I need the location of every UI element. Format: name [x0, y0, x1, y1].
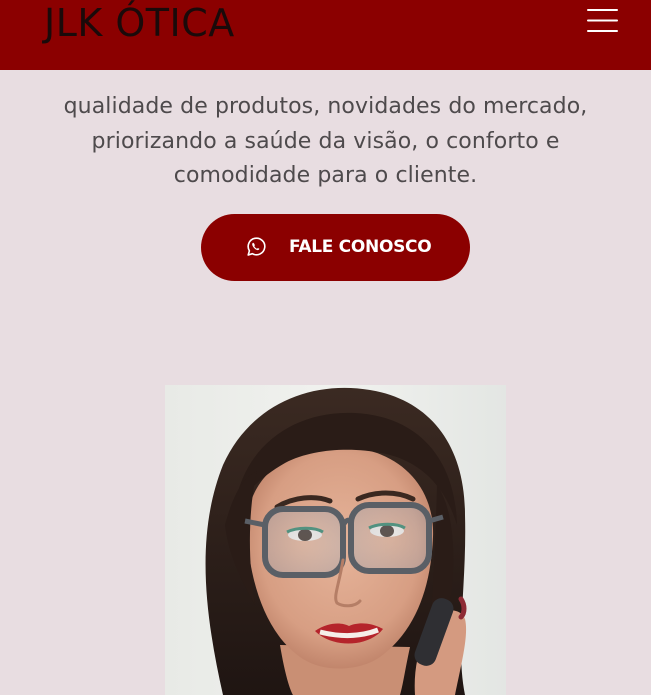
page: qualidade de produtos, novidades do merc…	[0, 0, 651, 695]
intro-line: priorizando a saúde da visão, o conforto…	[91, 128, 560, 154]
woman-with-glasses-photo	[165, 385, 506, 695]
contact-button-label: FALE CONOSCO	[289, 237, 432, 257]
hamburger-menu-icon	[587, 9, 618, 32]
menu-button[interactable]	[585, 6, 621, 36]
intro-line: qualidade de produtos, novidades do merc…	[63, 94, 588, 119]
site-logo[interactable]: JLK ÓTICA	[44, 0, 235, 52]
intro-paragraph: qualidade de produtos, novidades do merc…	[0, 90, 651, 194]
site-header: JLK ÓTICA	[0, 0, 651, 70]
whatsapp-icon	[247, 237, 266, 256]
intro-line: comodidade para o cliente.	[173, 163, 478, 188]
contact-button[interactable]: FALE CONOSCO	[201, 214, 470, 281]
